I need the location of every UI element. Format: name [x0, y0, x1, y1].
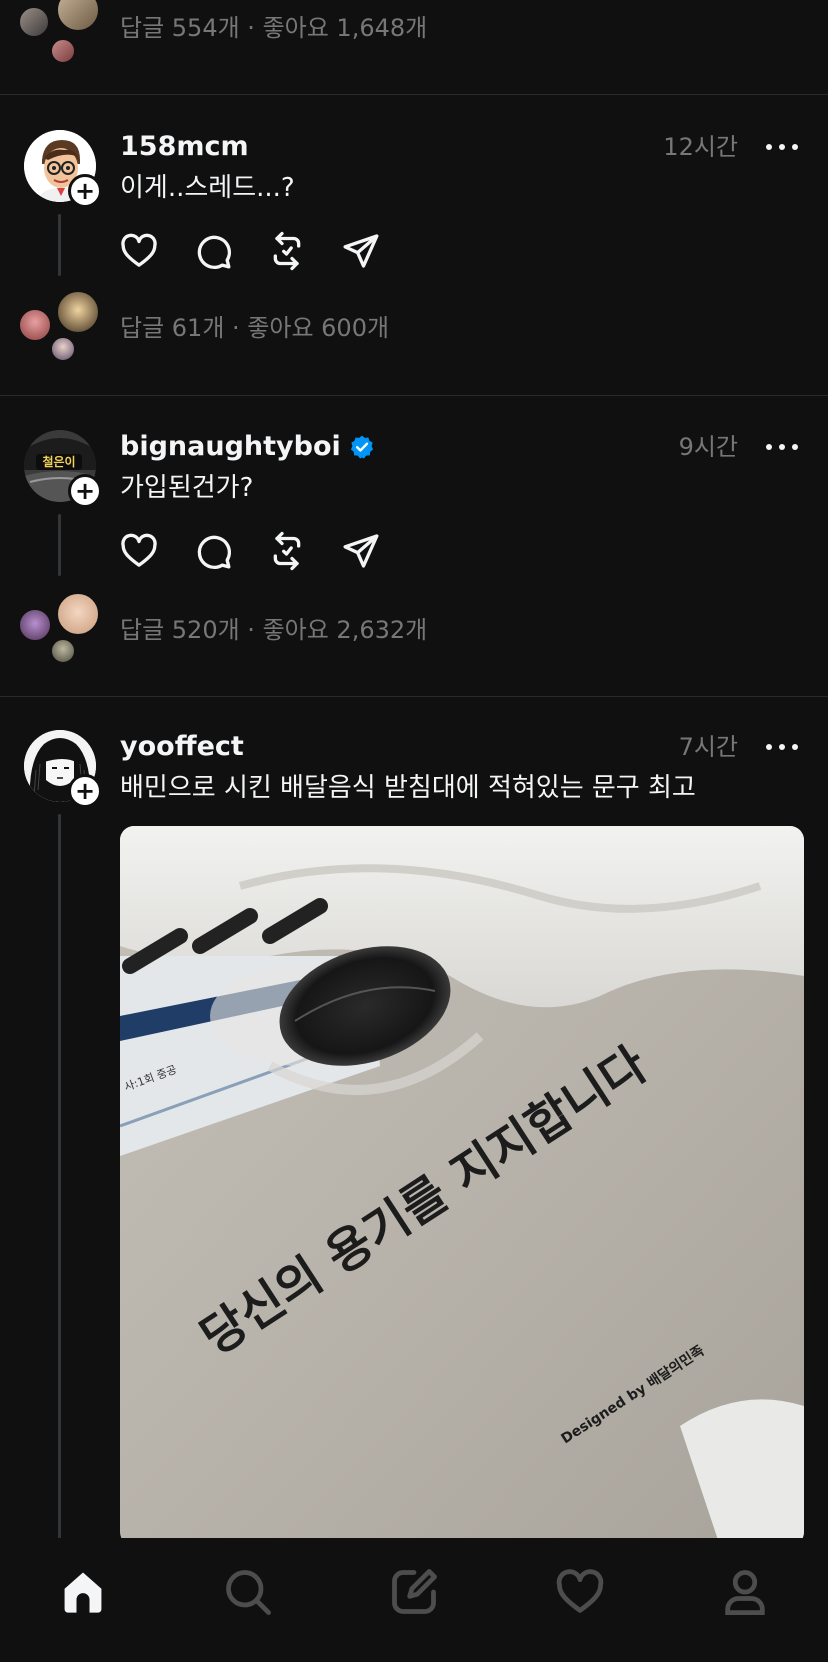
thread-line — [58, 214, 61, 276]
avatar-label: 철은이 — [42, 454, 75, 469]
more-icon[interactable] — [766, 432, 798, 462]
search-icon[interactable] — [218, 1562, 278, 1622]
post-stats[interactable]: 답글 554개 · 좋아요 1,648개 — [0, 12, 828, 72]
post-time: 7시간 — [678, 733, 738, 761]
post-stats-text[interactable]: 답글 554개 · 좋아요 1,648개 — [120, 12, 427, 44]
username[interactable]: yooffect — [120, 730, 244, 764]
activity-icon[interactable] — [550, 1562, 610, 1622]
post-stats-text[interactable]: 답글 520개 · 좋아요 2,632개 — [120, 614, 427, 646]
profile-icon[interactable] — [715, 1562, 775, 1622]
more-icon[interactable] — [766, 132, 798, 162]
post-time: 9시간 — [678, 433, 738, 461]
verified-badge-icon — [350, 435, 373, 459]
post-text: 가입된건가? — [120, 473, 254, 503]
post: + yooffect 7시간 배민으로 시킨 배달음식 받침대에 적혀있는 문구… — [0, 730, 828, 1538]
follow-button[interactable]: + — [68, 174, 102, 208]
follow-button[interactable]: + — [68, 774, 102, 808]
post-stats-text[interactable]: 답글 61개 · 좋아요 600개 — [120, 312, 389, 344]
follow-button[interactable]: + — [68, 474, 102, 508]
repost-icon[interactable] — [266, 230, 308, 272]
divider — [0, 395, 828, 396]
post-stats[interactable]: 답글 61개 · 좋아요 600개 — [0, 312, 828, 372]
comment-icon[interactable] — [192, 230, 234, 272]
send-icon[interactable] — [340, 530, 382, 572]
heart-icon[interactable] — [118, 230, 160, 272]
repost-icon[interactable] — [266, 530, 308, 572]
feed: 답글 554개 · 좋아요 1,648개 + 158mcm 12시간 이게..스… — [0, 0, 828, 1538]
post-text: 이게..스레드...? — [120, 173, 295, 203]
bottom-navigation — [0, 1538, 828, 1662]
post-actions — [118, 530, 382, 574]
username[interactable]: 158mcm — [120, 130, 249, 164]
divider — [0, 94, 828, 95]
post-stats[interactable]: 답글 520개 · 좋아요 2,632개 — [0, 614, 828, 674]
username-text[interactable]: yooffect — [120, 730, 244, 764]
heart-icon[interactable] — [118, 530, 160, 572]
username-text[interactable]: bignaughtyboi — [120, 430, 341, 464]
more-icon[interactable] — [766, 732, 798, 762]
home-icon[interactable] — [53, 1562, 113, 1622]
thread-line — [58, 814, 61, 1538]
thread-line — [58, 514, 61, 576]
comment-icon[interactable] — [192, 530, 234, 572]
post-actions — [118, 230, 382, 274]
username[interactable]: bignaughtyboi — [120, 430, 375, 464]
compose-icon[interactable] — [384, 1562, 444, 1622]
post-image[interactable]: 당신의 용기를 지지합니다 Designed by 배달의민족 사:1회 중공 — [120, 826, 804, 1538]
send-icon[interactable] — [340, 230, 382, 272]
post-time: 12시간 — [663, 133, 738, 161]
post-text: 배민으로 시킨 배달음식 받침대에 적혀있는 문구 최고 — [120, 773, 696, 803]
divider — [0, 696, 828, 697]
username-text[interactable]: 158mcm — [120, 130, 249, 164]
